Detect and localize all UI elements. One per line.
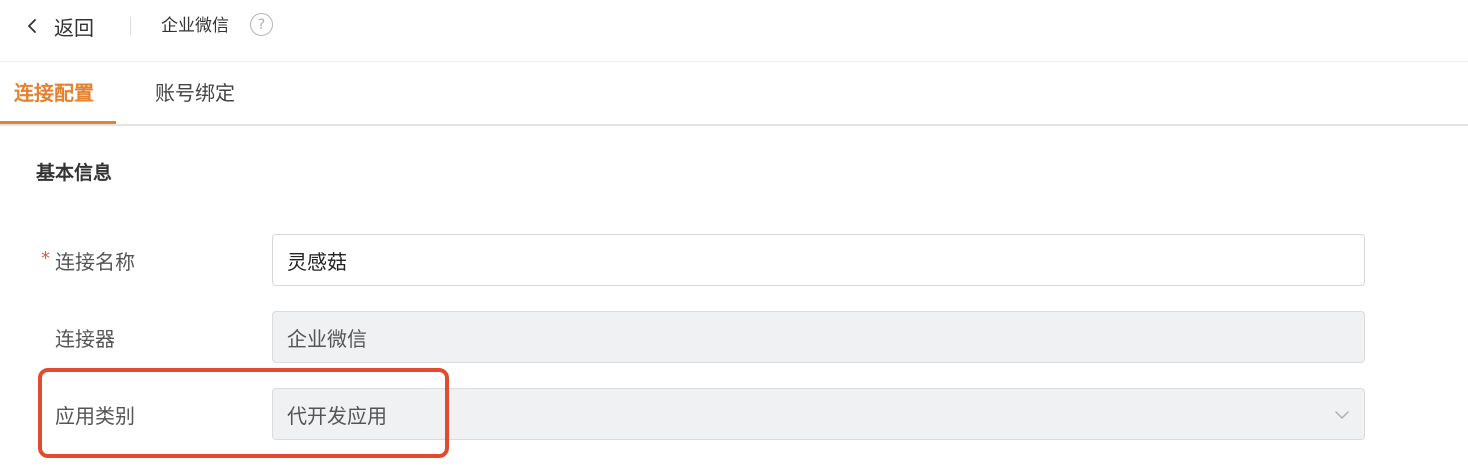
connection-name-input[interactable]: 灵感菇 [272, 234, 1365, 286]
connector-value: 企业微信 [287, 326, 367, 351]
active-tab-indicator [0, 121, 116, 124]
help-icon[interactable]: ? [250, 13, 273, 36]
form-row-app-category: 应用类别 代开发应用 [0, 388, 1468, 440]
back-label: 返回 [54, 15, 94, 40]
app-category-value: 代开发应用 [287, 403, 387, 428]
connection-name-value: 灵感菇 [287, 249, 347, 274]
header-divider [130, 17, 131, 35]
tab-account-binding[interactable]: 账号绑定 [155, 78, 235, 108]
back-button[interactable]: 返回 [26, 10, 94, 42]
app-category-label: 应用类别 [55, 403, 135, 428]
page-title: 企业微信 [161, 16, 229, 36]
tab-connection-config[interactable]: 连接配置 [14, 78, 94, 108]
form-row-connection-name: * 连接名称 灵感菇 [0, 234, 1468, 286]
connector-label: 连接器 [55, 326, 115, 351]
section-title: 基本信息 [36, 162, 113, 184]
connector-field: 企业微信 [272, 311, 1365, 363]
tab-bar: 连接配置 账号绑定 [0, 62, 1468, 126]
connection-name-label: 连接名称 [55, 249, 135, 274]
chevron-left-icon [28, 19, 36, 33]
form-row-connector: 连接器 企业微信 [0, 311, 1468, 363]
required-mark: * [41, 248, 50, 269]
app-category-select[interactable]: 代开发应用 [272, 388, 1365, 440]
chevron-down-icon [1335, 411, 1349, 419]
top-bar: 返回 企业微信 ? [0, 0, 1468, 62]
